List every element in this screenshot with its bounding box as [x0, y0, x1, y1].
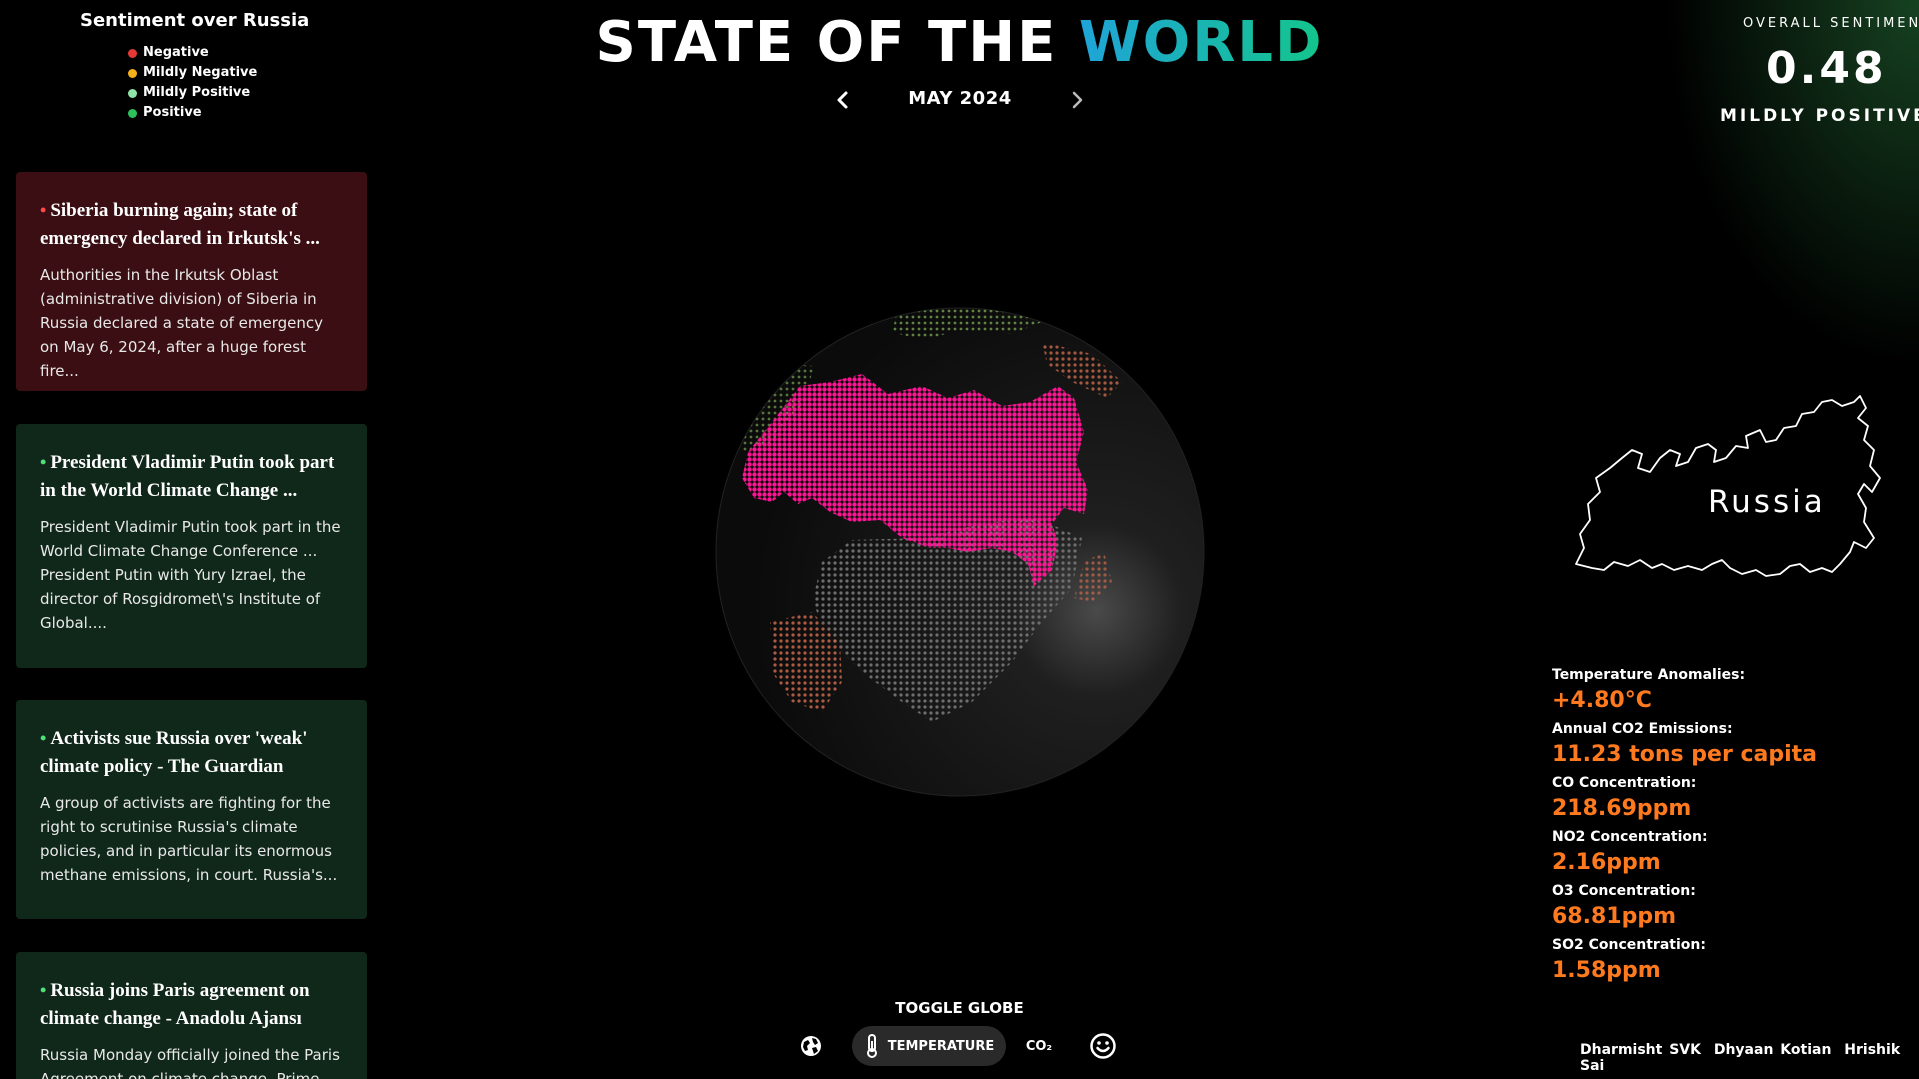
stat-value: 1.58ppm [1552, 958, 1661, 983]
stat-label: SO2 Concentration: [1552, 937, 1706, 953]
globe-icon [801, 1036, 821, 1056]
page: Sentiment over Russia Negative Mildly Ne… [0, 0, 1919, 1079]
news-card-body: A group of activists are fighting for th… [40, 794, 338, 884]
stat-label: Annual CO2 Emissions: [1552, 721, 1733, 737]
news-card[interactable]: • President Vladimir Putin took part in t… [16, 424, 367, 668]
news-card-body: Russia Monday officially joined the Pari… [40, 1046, 340, 1079]
news-card[interactable]: • Activists sue Russia over 'weak' climat… [16, 700, 367, 919]
legend-item-positive: Positive [128, 103, 290, 123]
smiley-icon [1090, 1033, 1116, 1059]
legend-dot-positive [128, 108, 137, 118]
stat-label: O3 Concentration: [1552, 883, 1696, 899]
sentiment-dot: • [40, 200, 47, 220]
country-name: Russia [1708, 484, 1826, 520]
sentiment-dot: • [40, 980, 47, 1000]
sentiment-dot: • [40, 452, 47, 472]
chevron-left-icon [837, 91, 848, 109]
chevron-right-icon [1072, 91, 1083, 109]
toggle-globe-button[interactable] [788, 1026, 834, 1066]
overall-sentiment-label: OVERALL SENTIMENT [1743, 16, 1919, 31]
news-card-title[interactable]: • President Vladimir Putin took part in t… [40, 448, 343, 505]
toggle-globe-title: TOGGLE GLOBE [895, 999, 1024, 1017]
date-navigator: MAY 2024 [830, 84, 1090, 116]
credits: Dharmisht SVK Dhyaan Kotian Hrishik Sai [1580, 1042, 1910, 1074]
legend-item-mildly-positive: Mildly Positive [128, 83, 290, 103]
news-card-title[interactable]: • Activists sue Russia over 'weak' climat… [40, 724, 343, 781]
stat-value: 218.69ppm [1552, 796, 1692, 821]
stat-value: +4.80°C [1552, 688, 1652, 713]
country-outline: Russia [1570, 392, 1890, 582]
sentiment-score: 0.48 [1766, 43, 1887, 94]
credit-name: Dharmisht SVK [1580, 1042, 1701, 1058]
next-month-button[interactable] [1064, 84, 1090, 116]
globe-toggle-bar: TEMPERATURE CO₂ [788, 1026, 1128, 1066]
current-month-label: MAY 2024 [908, 88, 1012, 109]
toggle-sentiment-button[interactable] [1080, 1026, 1126, 1066]
globe[interactable] [712, 302, 1208, 802]
globe-container[interactable] [712, 302, 1208, 802]
sentiment-dot: • [40, 728, 47, 748]
stat-label: CO Concentration: [1552, 775, 1697, 791]
stat-value: 68.81ppm [1552, 904, 1677, 929]
credit-name: Dhyaan Kotian [1713, 1042, 1832, 1058]
news-card[interactable]: • Siberia burning again; state of emergen… [16, 172, 367, 391]
stat-value: 11.23 tons per capita [1552, 742, 1818, 767]
country-stats: Temperature Anomalies: +4.80°C Annual CO… [1552, 666, 1892, 990]
overall-sentiment-panel: OVERALL SENTIMENT 0.48 MILDLY POSITIVE [1700, 16, 1919, 126]
stat-label: Temperature Anomalies: [1552, 667, 1746, 683]
thermometer-icon [866, 1034, 877, 1058]
toggle-temperature-label: TEMPERATURE [887, 1038, 995, 1054]
co2-icon: CO₂ [1025, 1038, 1053, 1054]
news-card-title[interactable]: • Siberia burning again; state of emergen… [40, 196, 343, 253]
stat-label: NO2 Concentration: [1552, 829, 1708, 845]
toggle-temperature-button[interactable]: TEMPERATURE [852, 1026, 1006, 1066]
prev-month-button[interactable] [830, 84, 856, 116]
stat-value: 2.16ppm [1552, 850, 1661, 875]
toggle-co2-button[interactable]: CO₂ [1016, 1026, 1062, 1066]
legend-dot-mildly-positive [128, 88, 137, 98]
news-card-body: Authorities in the Irkutsk Oblast (admin… [40, 266, 324, 380]
sentiment-category: MILDLY POSITIVE [1720, 106, 1919, 126]
page-title: STATE OF THE WORLD [595, 10, 1324, 75]
news-card-body: President Vladimir Putin took part in th… [40, 518, 341, 632]
